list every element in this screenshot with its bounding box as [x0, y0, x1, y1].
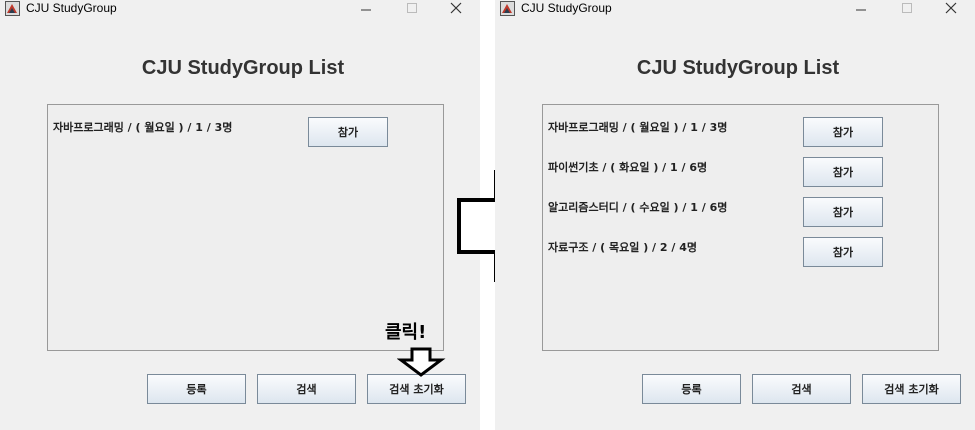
study-group-list: 자바프로그래밍 / ( 월요일 ) / 1 / 3명 참가 — [47, 104, 444, 351]
join-button[interactable]: 참가 — [803, 157, 883, 187]
close-icon — [945, 2, 957, 14]
title-bar: CJU StudyGroup — [0, 0, 480, 17]
list-item: 알고리즘스터디 / ( 수요일 ) / 1 / 6명 참가 — [543, 191, 938, 227]
list-item: 파이썬기초 / ( 화요일 ) / 1 / 6명 참가 — [543, 151, 938, 187]
register-button[interactable]: 등록 — [147, 374, 246, 404]
list-item: 자바프로그래밍 / ( 월요일 ) / 1 / 3명 참가 — [543, 111, 938, 147]
window-title: CJU StudyGroup — [26, 1, 117, 15]
list-item: 자바프로그래밍 / ( 월요일 ) / 1 / 3명 참가 — [48, 111, 443, 147]
join-button[interactable]: 참가 — [803, 117, 883, 147]
window-title: CJU StudyGroup — [521, 1, 612, 15]
down-arrow-icon — [397, 347, 446, 377]
app-icon — [500, 1, 515, 16]
app-icon — [5, 1, 20, 16]
right-window: CJU StudyGroup CJU StudyGroup List 자바프로그… — [495, 0, 975, 430]
minimize-icon — [361, 9, 371, 11]
reset-search-button[interactable]: 검색 초기화 — [862, 374, 961, 404]
maximize-icon — [902, 3, 912, 13]
page-title: CJU StudyGroup List — [636, 57, 840, 79]
close-icon — [450, 2, 462, 14]
list-item: 자료구조 / ( 목요일 ) / 2 / 4명 참가 — [543, 231, 938, 267]
reset-search-button[interactable]: 검색 초기화 — [367, 374, 466, 404]
minimize-icon — [856, 9, 866, 11]
left-window: CJU StudyGroup CJU StudyGroup List 자바프로그… — [0, 0, 480, 430]
study-group-label: 자바프로그래밍 / ( 월요일 ) / 1 / 3명 — [53, 121, 233, 134]
study-group-label: 자료구조 / ( 목요일 ) / 2 / 4명 — [548, 241, 698, 254]
join-button[interactable]: 참가 — [308, 117, 388, 147]
close-button[interactable] — [929, 0, 975, 17]
maximize-icon — [407, 3, 417, 13]
join-button[interactable]: 참가 — [803, 237, 883, 267]
click-annotation: 클릭! — [385, 322, 427, 343]
study-group-label: 파이썬기초 / ( 화요일 ) / 1 / 6명 — [548, 161, 708, 174]
study-group-label: 알고리즘스터디 / ( 수요일 ) / 1 / 6명 — [548, 201, 728, 214]
maximize-button[interactable] — [885, 0, 931, 17]
search-button[interactable]: 검색 — [257, 374, 356, 404]
maximize-button[interactable] — [390, 0, 436, 17]
study-group-label: 자바프로그래밍 / ( 월요일 ) / 1 / 3명 — [548, 121, 728, 134]
close-button[interactable] — [434, 0, 480, 17]
register-button[interactable]: 등록 — [642, 374, 741, 404]
title-bar: CJU StudyGroup — [495, 0, 975, 17]
minimize-button[interactable] — [344, 0, 390, 17]
study-group-list: 자바프로그래밍 / ( 월요일 ) / 1 / 3명 참가 파이썬기초 / ( … — [542, 104, 939, 351]
minimize-button[interactable] — [839, 0, 885, 17]
page-title: CJU StudyGroup List — [141, 57, 345, 79]
join-button[interactable]: 참가 — [803, 197, 883, 227]
search-button[interactable]: 검색 — [752, 374, 851, 404]
